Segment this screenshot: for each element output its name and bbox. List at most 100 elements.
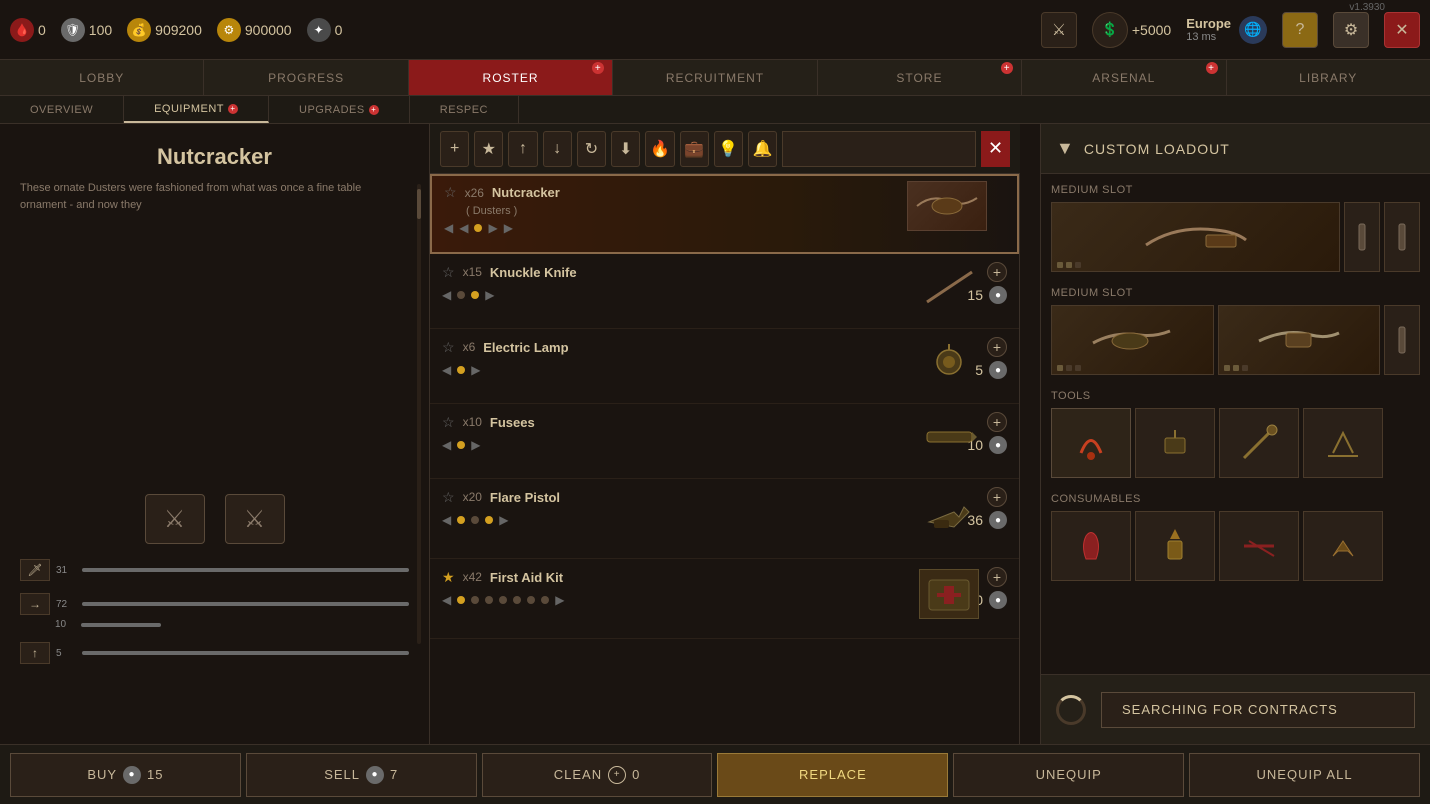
unequip-all-button[interactable]: UNEQUIP ALL [1189,753,1420,797]
medium-slot-1-weapon-img [1052,203,1339,271]
replace-button[interactable]: REPLACE [717,753,948,797]
nutcracker-count: x26 [465,186,484,200]
slot-2-dot-5 [1233,365,1239,371]
item-list[interactable]: ☆ x26 Nutcracker ( Dusters ) ◀ ◀ ▶ ▶ [430,174,1020,744]
knuckle-knife-star-icon: ☆ [442,264,455,281]
server-ping: 13 ms [1186,31,1231,43]
badge-icon: ✦ [307,18,331,42]
filter-add-button[interactable]: + [440,131,469,167]
knuckle-knife-name: Knuckle Knife [490,265,577,280]
subtab-respec-label: RESPEC [440,104,488,116]
filter-bulb-button[interactable]: 💡 [714,131,743,167]
tab-progress[interactable]: PROGRESS [204,60,408,95]
buy-button[interactable]: BUY ● 15 [10,753,241,797]
filter-up-button[interactable]: ↑ [508,131,537,167]
currency-blood: 🩸 0 [10,18,46,42]
tool-slot-2[interactable] [1135,408,1215,478]
tab-store-label: STORE [896,71,942,85]
item-electric-lamp[interactable]: ☆ x6 Electric Lamp + ◀ ▶ 5 ● [430,329,1019,404]
consumable-slot-1[interactable] [1051,511,1131,581]
knuckle-knife-add-icon[interactable]: + [987,262,1007,282]
buy-coin-icon: ● [123,766,141,784]
chevron-down-icon[interactable]: ▼ [1056,138,1074,159]
medium-slot-2-main-2[interactable] [1218,305,1381,375]
item-first-aid-kit[interactable]: ★ x42 First Aid Kit + ◀ ▶ 30 ● [430,559,1019,639]
tab-roster[interactable]: ROSTER + [409,60,613,95]
slot-1-accessory-1[interactable] [1344,202,1380,272]
electric-lamp-add-icon[interactable]: + [987,337,1007,357]
contracts-label: SEARCHING FOR CONTRACTS [1122,702,1338,717]
next-icon: ▶ [488,221,497,235]
slot-2-accessory[interactable] [1384,305,1420,375]
filter-down-button[interactable]: ↓ [543,131,572,167]
slot-1-accessory-2[interactable] [1384,202,1420,272]
sell-button[interactable]: SELL ● 7 [246,753,477,797]
tool-slot-1[interactable] [1051,408,1131,478]
filter-drop-button[interactable]: ⬇ [611,131,640,167]
filter-rotate-button[interactable]: ↻ [577,131,606,167]
filter-star-button[interactable]: ★ [474,131,503,167]
stat-bar-2 [82,602,409,606]
item-flare-pistol[interactable]: ☆ x20 Flare Pistol + ◀ ▶ 36 ● [430,479,1019,559]
contracts-button[interactable]: SEARCHING FOR CONTRACTS [1101,692,1415,728]
clean-button[interactable]: CLEAN + 0 [482,753,713,797]
tool-slot-3[interactable] [1219,408,1299,478]
slot-2-dot-4 [1224,365,1230,371]
first-aid-kit-add-icon[interactable]: + [987,567,1007,587]
fusees-add-icon[interactable]: + [987,412,1007,432]
first-aid-kit-count: x42 [463,570,482,584]
tab-library[interactable]: LIBRARY [1227,60,1430,95]
filter-bag-button[interactable]: 💼 [680,131,709,167]
flare-pistol-name: Flare Pistol [490,490,560,505]
consumable-slot-2[interactable] [1135,511,1215,581]
item-fusees[interactable]: ☆ x10 Fusees + ◀ ▶ 10 ● [430,404,1019,479]
tab-arsenal[interactable]: ARSENAL + [1022,60,1226,95]
subtab-overview-label: OVERVIEW [30,104,93,116]
item-nutcracker[interactable]: ☆ x26 Nutcracker ( Dusters ) ◀ ◀ ▶ ▶ [430,174,1019,254]
clean-icon: + [608,766,626,784]
medium-slot-2-main-1[interactable] [1051,305,1214,375]
consumable-slot-3[interactable] [1219,511,1299,581]
subtab-upgrades[interactable]: UPGRADES + [269,96,410,123]
bonus-display: 💲 +5000 [1092,12,1171,48]
fak-left-icon: ◀ [442,593,451,607]
tab-store[interactable]: STORE + [818,60,1022,95]
sell-value: 7 [390,767,398,782]
subtab-upgrades-label: UPGRADES [299,104,365,116]
top-bar: 🩸 0 🛡 100 💰 909200 ⚙ 900000 ✦ 0 ⚔ 💲 +500… [0,0,1430,60]
close-button[interactable]: ✕ [1384,12,1420,48]
tab-lobby[interactable]: LOBBY [0,60,204,95]
loadout-header: ▼ Custom Loadout [1041,124,1430,174]
first-aid-kit-image [919,569,979,619]
fak-dot-4 [499,596,507,604]
fp-dot-1 [457,516,465,524]
filter-flame-button[interactable]: 🔥 [645,131,674,167]
help-button[interactable]: ? [1282,12,1318,48]
subtab-respec[interactable]: RESPEC [410,96,519,123]
item-knuckle-knife[interactable]: ☆ x15 Knuckle Knife + ◀ ▶ 15 ● [430,254,1019,329]
tab-recruitment[interactable]: RECRUITMENT [613,60,817,95]
char-icon-right: ⚔ [225,494,285,544]
currency-area: 🩸 0 🛡 100 💰 909200 ⚙ 900000 ✦ 0 [10,18,1041,42]
unequip-button[interactable]: UNEQUIP [953,753,1184,797]
char-icon-left: ⚔ [145,494,205,544]
flare-pistol-add-icon[interactable]: + [987,487,1007,507]
filter-bell-button[interactable]: 🔔 [748,131,777,167]
currency-cog: ⚙ 900000 [217,18,292,42]
consumable-slot-4[interactable] [1303,511,1383,581]
fusees-star-icon: ☆ [442,414,455,431]
weapon-stats-area: 🗡 31 → 72 10 ↑ 5 [20,559,409,664]
search-input[interactable] [782,131,976,167]
subtab-equipment[interactable]: EQUIPMENT + [124,96,269,123]
tool-slot-4[interactable] [1303,408,1383,478]
arsenal-badge: + [1206,62,1218,74]
sub-stat-bar-2 [81,623,161,627]
settings-button[interactable]: ⚙ [1333,12,1369,48]
medium-slot-2-weapon-img-1 [1052,306,1213,374]
fak-dot-1 [457,596,465,604]
medium-slot-1-main[interactable] [1051,202,1340,272]
first-aid-kit-star-icon: ★ [442,569,455,586]
slot-1-dot-bar [1057,262,1081,268]
subtab-overview[interactable]: OVERVIEW [0,96,124,123]
clear-search-button[interactable]: ✕ [981,131,1010,167]
